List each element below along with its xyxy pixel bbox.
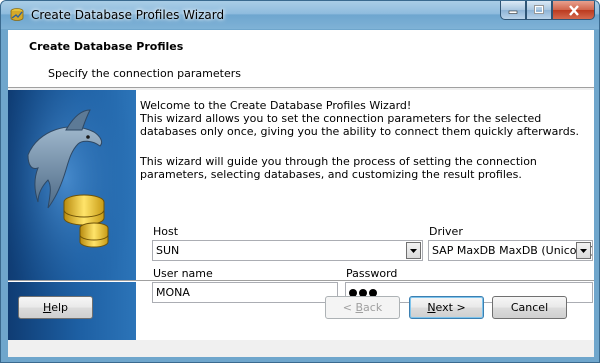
close-icon xyxy=(568,4,579,16)
back-button-pre: < xyxy=(342,301,356,314)
title-bar[interactable]: Create Database Profiles Wizard xyxy=(1,1,599,29)
driver-value: SAP MaxDB MaxDB (Unicode) xyxy=(432,244,593,257)
footer-separator xyxy=(8,280,594,282)
username-label: User name xyxy=(153,267,213,280)
chevron-down-icon xyxy=(580,248,587,253)
caption-buttons xyxy=(500,1,595,20)
page-title: Create Database Profiles xyxy=(29,40,184,53)
maximize-button[interactable] xyxy=(526,1,552,20)
intro-paragraph-2: This wizard will guide you through the p… xyxy=(140,155,537,181)
back-button[interactable]: < Back xyxy=(325,296,400,319)
close-button[interactable] xyxy=(552,1,595,20)
next-button-post: ext > xyxy=(435,301,466,314)
driver-dropdown-button[interactable] xyxy=(576,242,591,259)
driver-label: Driver xyxy=(429,225,463,238)
next-button[interactable]: Next > xyxy=(409,296,484,319)
help-button-accel: H xyxy=(42,301,52,314)
back-button-post: ack xyxy=(363,301,383,314)
host-value: SUN xyxy=(156,244,180,257)
cancel-button[interactable]: Cancel xyxy=(492,296,567,319)
window-title: Create Database Profiles Wizard xyxy=(31,8,225,22)
password-label: Password xyxy=(346,267,398,280)
minimize-button[interactable] xyxy=(500,1,526,20)
wizard-header: Create Database Profiles Specify the con… xyxy=(8,30,594,88)
back-button-accel: B xyxy=(355,301,364,314)
host-label: Host xyxy=(153,225,179,238)
wizard-window: Create Database Profiles Wizard Create D… xyxy=(0,0,600,363)
wizard-client-area: Create Database Profiles Specify the con… xyxy=(8,30,594,357)
page-subtitle: Specify the connection parameters xyxy=(48,67,241,80)
driver-combobox[interactable]: SAP MaxDB MaxDB (Unicode) xyxy=(428,240,593,261)
minimize-icon xyxy=(508,10,518,14)
host-combobox[interactable]: SUN xyxy=(152,240,423,261)
maximize-icon xyxy=(534,5,544,14)
next-button-accel: N xyxy=(427,301,436,314)
username-input[interactable]: MONA xyxy=(152,282,338,303)
host-dropdown-button[interactable] xyxy=(406,242,421,259)
help-button[interactable]: Help xyxy=(18,296,93,319)
database-wizard-icon xyxy=(9,7,25,23)
chevron-down-icon xyxy=(410,248,417,253)
intro-paragraph-1: Welcome to the Create Database Profiles … xyxy=(140,99,579,138)
help-button-post: elp xyxy=(51,301,69,314)
